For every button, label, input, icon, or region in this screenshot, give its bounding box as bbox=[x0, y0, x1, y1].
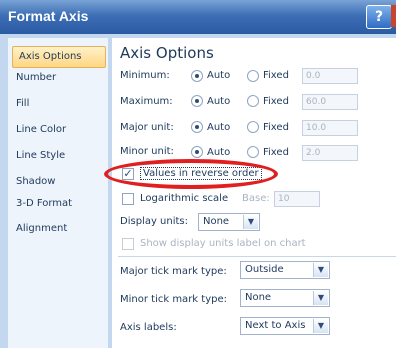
minor-unit-auto-radio[interactable] bbox=[191, 146, 203, 158]
minor-tick-label: Minor tick mark type: bbox=[120, 294, 227, 305]
sidebar: Axis Options Number Fill Line Color Line… bbox=[8, 38, 108, 348]
close-button[interactable] bbox=[391, 5, 396, 27]
chevron-down-icon: ▼ bbox=[243, 215, 258, 229]
minor-unit-auto-label: Auto bbox=[207, 147, 231, 158]
maximum-fixed-label: Fixed bbox=[263, 96, 289, 107]
section-divider bbox=[118, 256, 396, 257]
major-unit-fixed-label: Fixed bbox=[263, 122, 289, 133]
log-scale-label: Logarithmic scale bbox=[140, 193, 229, 204]
sidebar-item-line-style[interactable]: Line Style bbox=[16, 150, 65, 161]
help-button[interactable]: ? bbox=[366, 5, 392, 29]
title-bar: Format Axis ? bbox=[0, 0, 396, 34]
major-unit-fixed-radio[interactable] bbox=[247, 121, 259, 133]
maximum-fixed-radio[interactable] bbox=[247, 95, 259, 107]
sidebar-item-3d-format[interactable]: 3-D Format bbox=[16, 198, 72, 209]
chevron-down-icon: ▼ bbox=[313, 319, 328, 333]
axis-labels-select[interactable]: Next to Axis ▼ bbox=[240, 317, 330, 335]
axis-labels-label: Axis labels: bbox=[120, 322, 177, 333]
highlight-annotation bbox=[104, 159, 278, 189]
minimum-fixed-label: Fixed bbox=[263, 70, 289, 81]
display-units-label: Display units: bbox=[120, 216, 188, 227]
sidebar-item-axis-options[interactable]: Axis Options bbox=[12, 46, 106, 68]
display-units-select[interactable]: None ▼ bbox=[198, 213, 260, 231]
major-tick-select[interactable]: Outside ▼ bbox=[240, 261, 330, 279]
minimum-auto-label: Auto bbox=[207, 70, 231, 81]
minor-unit-value-field[interactable]: 2.0 bbox=[302, 145, 358, 161]
log-base-label: Base: bbox=[242, 193, 270, 204]
major-tick-value: Outside bbox=[245, 264, 284, 275]
maximum-label: Maximum: bbox=[120, 96, 173, 107]
panel-heading: Axis Options bbox=[120, 44, 214, 62]
minor-tick-select[interactable]: None ▼ bbox=[240, 289, 330, 307]
minor-unit-label: Minor unit: bbox=[120, 146, 174, 157]
sidebar-item-line-color[interactable]: Line Color bbox=[16, 124, 66, 135]
format-axis-dialog: Format Axis ? Axis Options Number Fill L… bbox=[0, 0, 396, 348]
minimum-label: Minimum: bbox=[120, 70, 170, 81]
sidebar-item-fill[interactable]: Fill bbox=[16, 98, 29, 109]
minimum-fixed-radio[interactable] bbox=[247, 70, 259, 82]
maximum-value-field[interactable]: 60.0 bbox=[302, 94, 358, 110]
show-units-label-checkbox[interactable] bbox=[122, 238, 134, 250]
show-units-label-text: Show display units label on chart bbox=[140, 238, 306, 249]
display-units-value: None bbox=[203, 216, 230, 227]
sidebar-item-number[interactable]: Number bbox=[16, 72, 56, 83]
sidebar-item-alignment[interactable]: Alignment bbox=[16, 223, 67, 234]
sidebar-item-shadow[interactable]: Shadow bbox=[16, 176, 55, 187]
minimum-auto-radio[interactable] bbox=[191, 70, 203, 82]
major-unit-auto-label: Auto bbox=[207, 122, 231, 133]
minor-tick-value: None bbox=[245, 292, 272, 303]
maximum-auto-label: Auto bbox=[207, 96, 231, 107]
dialog-title: Format Axis bbox=[8, 8, 89, 24]
chevron-down-icon: ▼ bbox=[313, 263, 328, 277]
major-unit-label: Major unit: bbox=[120, 122, 174, 133]
maximum-auto-radio[interactable] bbox=[191, 95, 203, 107]
major-unit-auto-radio[interactable] bbox=[191, 121, 203, 133]
major-unit-value-field[interactable]: 10.0 bbox=[302, 120, 358, 136]
chevron-down-icon: ▼ bbox=[313, 291, 328, 305]
axis-options-panel: Axis Options Minimum: Auto Fixed 0.0 Max… bbox=[112, 38, 396, 348]
minimum-value-field[interactable]: 0.0 bbox=[302, 68, 358, 84]
axis-labels-value: Next to Axis bbox=[245, 320, 306, 331]
minor-unit-fixed-label: Fixed bbox=[263, 147, 289, 158]
log-base-field[interactable]: 10 bbox=[274, 191, 320, 207]
major-tick-label: Major tick mark type: bbox=[120, 266, 227, 277]
log-scale-checkbox[interactable] bbox=[122, 193, 134, 205]
minor-unit-fixed-radio[interactable] bbox=[247, 146, 259, 158]
